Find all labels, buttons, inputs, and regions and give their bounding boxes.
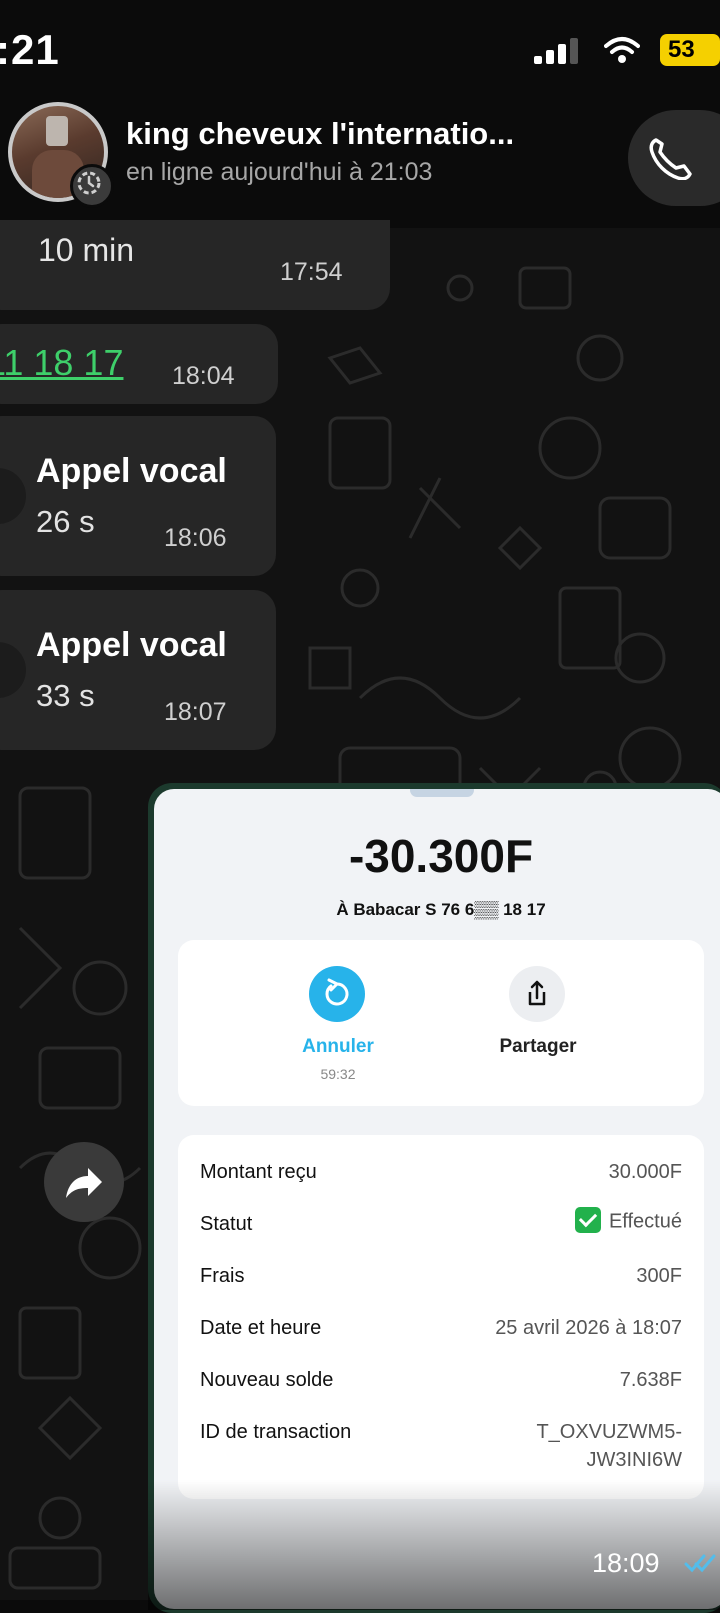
message-text: 10 min — [38, 232, 135, 268]
detail-label: Nouveau solde — [200, 1369, 334, 1391]
call-title: Appel vocal — [36, 452, 227, 490]
detail-value: 25 avril 2026 à 18:07 — [495, 1317, 682, 1339]
battery-level: 53 — [668, 36, 695, 63]
detail-value-status: Effectué — [574, 1207, 682, 1235]
share-icon — [509, 966, 565, 1022]
cancel-label: Annuler — [302, 1036, 374, 1057]
sheet-handle — [410, 789, 474, 797]
share-label: Partager — [499, 1036, 577, 1057]
detail-value-line2: JW3INI6W — [586, 1449, 682, 1471]
receipt-amount: -30.300F — [348, 830, 534, 882]
call-icon — [0, 468, 26, 524]
message-time: 18:06 — [164, 524, 227, 552]
contact-presence: en ligne aujourd'hui à 21:03 — [126, 158, 433, 186]
undo-icon — [309, 966, 365, 1022]
detail-value: T_OXVUZWM5- — [536, 1421, 682, 1443]
voice-call-bubble[interactable]: Appel vocal 26 s 18:06 — [0, 416, 276, 576]
image-message-time: 18:09 — [592, 1548, 660, 1578]
signal-icon — [534, 38, 578, 64]
receipt-details-card: Montant reçu 30.000F Statut Effectué Fra… — [178, 1135, 704, 1499]
message-time: 18:07 — [164, 698, 227, 726]
message-time: 17:54 — [280, 258, 343, 286]
battery-icon: 53 — [660, 34, 720, 66]
detail-value: 30.000F — [608, 1161, 682, 1183]
call-icon — [0, 642, 26, 698]
status-ring-icon[interactable] — [70, 164, 114, 208]
detail-label: Statut — [200, 1213, 253, 1235]
avatar-blurred-face — [46, 116, 68, 146]
message-bubble[interactable]: 11 18 17 18:04 — [0, 324, 278, 404]
phone-icon — [649, 138, 692, 180]
detail-label: ID de transaction — [200, 1421, 352, 1443]
chat-header: king cheveux l'internatio... en ligne au… — [0, 100, 720, 228]
detail-value: 300F — [636, 1265, 682, 1287]
call-title: Appel vocal — [36, 626, 227, 664]
message-bubble[interactable]: 10 min 17:54 — [0, 220, 390, 310]
receipt-actions-card: Annuler 59:32 Partager — [178, 940, 704, 1106]
status-bar: :21 53 — [0, 0, 720, 100]
wifi-icon — [604, 37, 640, 63]
detail-label: Frais — [200, 1265, 245, 1287]
status-time: :21 — [0, 26, 60, 73]
voice-call-bubble[interactable]: Appel vocal 33 s 18:07 — [0, 590, 276, 750]
receipt-recipient: À Babacar S 76 6▒▒ 18 17 — [336, 900, 546, 919]
detail-value: 7.638F — [619, 1369, 682, 1391]
phone-number-link[interactable]: 11 18 17 — [0, 342, 123, 384]
detail-label: Date et heure — [200, 1317, 322, 1339]
forward-button[interactable] — [44, 1142, 124, 1222]
voice-call-button[interactable] — [628, 110, 720, 206]
call-duration: 33 s — [36, 678, 95, 713]
cancel-timer: 59:32 — [320, 1066, 356, 1082]
check-icon — [574, 1207, 601, 1233]
detail-label: Montant reçu — [200, 1161, 317, 1183]
call-duration: 26 s — [36, 504, 95, 539]
contact-name[interactable]: king cheveux l'internatio... — [126, 116, 514, 152]
message-time: 18:04 — [172, 362, 235, 390]
image-bottom-shade — [148, 1480, 720, 1610]
read-receipt-icon — [684, 1554, 716, 1573]
status-text: Effectué — [608, 1210, 682, 1233]
forward-arrow-icon — [66, 1168, 102, 1198]
